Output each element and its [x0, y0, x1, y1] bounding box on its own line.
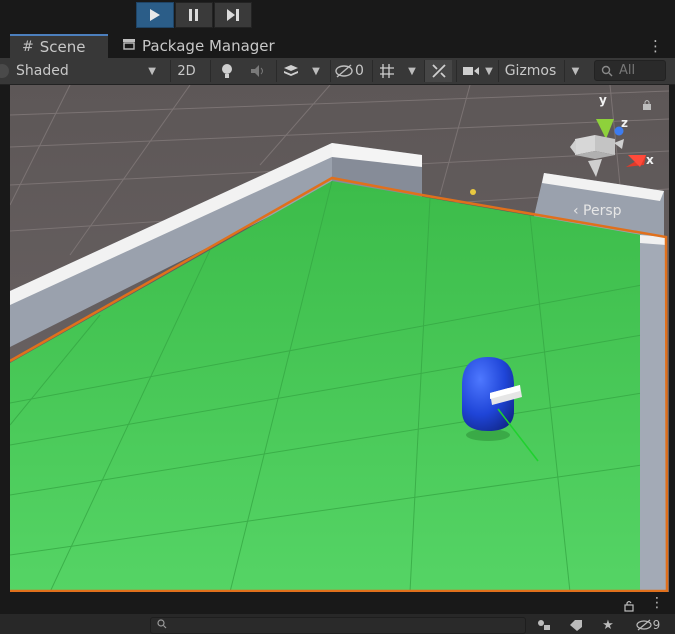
- chevron-down-icon: ▼: [148, 65, 156, 77]
- scene-viewport[interactable]: y z x ‹ Persp: [10, 85, 669, 592]
- search-placeholder: All: [619, 63, 636, 78]
- speaker-icon: [251, 65, 263, 77]
- shapes-icon: [538, 620, 550, 630]
- lightbulb-icon: [221, 64, 232, 78]
- axis-label-z: z: [621, 116, 628, 130]
- chevron-down-icon: ▼: [571, 65, 580, 77]
- scene-render: [10, 85, 669, 592]
- scene-search-input[interactable]: All: [594, 60, 666, 81]
- chevron-down-icon: ▼: [312, 65, 320, 77]
- tab-scene[interactable]: # Scene: [10, 34, 108, 58]
- grid-dropdown[interactable]: ▼: [402, 60, 422, 82]
- projection-toggle[interactable]: ‹ Persp: [573, 203, 622, 219]
- lighting-toggle[interactable]: [210, 60, 242, 82]
- bottom-panel-header: ⋮: [0, 594, 675, 614]
- hidden-packages-count: 9: [652, 618, 661, 632]
- pause-button[interactable]: [175, 2, 213, 28]
- light-gizmo-icon: [470, 189, 476, 195]
- hidden-count: 0: [355, 63, 364, 79]
- tab-label: Scene: [39, 38, 86, 56]
- grid-icon: #: [22, 39, 34, 55]
- project-toolbar: ★ 9: [0, 614, 675, 634]
- more-options-icon[interactable]: ⋮: [650, 595, 664, 611]
- scene-toolbar: Shaded ▼ 2D ▼ 0 ▼ ▼ Gizmos ▼ All: [0, 58, 675, 85]
- camera-toggle[interactable]: [456, 60, 484, 82]
- tools-icon: [431, 64, 446, 78]
- layers-icon: [283, 65, 298, 76]
- search-icon: [601, 65, 613, 76]
- play-button[interactable]: [136, 2, 174, 28]
- tag-icon: [570, 620, 582, 631]
- hidden-eye-icon: [335, 64, 353, 78]
- toolbar-edge: [0, 60, 10, 82]
- favorites-button[interactable]: ★: [594, 616, 622, 634]
- tab-package-manager[interactable]: Package Manager: [118, 34, 288, 58]
- effects-toggle[interactable]: [276, 60, 304, 82]
- chevron-down-icon: ▼: [408, 65, 416, 77]
- axis-label-x: x: [646, 153, 654, 167]
- star-icon: ★: [602, 617, 614, 633]
- 2d-label: 2D: [177, 63, 196, 79]
- play-toolbar: [0, 0, 675, 32]
- 2d-toggle-button[interactable]: 2D: [170, 60, 202, 82]
- draw-mode-label: Shaded: [16, 63, 69, 79]
- scene-visibility-toggle[interactable]: 0: [330, 60, 368, 82]
- gizmos-dropdown[interactable]: ▼: [564, 60, 586, 82]
- camera-icon: [462, 67, 479, 75]
- audio-toggle[interactable]: [244, 60, 272, 82]
- hidden-eye-icon: [636, 619, 652, 631]
- editor-tab-bar: # Scene Package Manager ⋮: [10, 34, 675, 58]
- axis-label-y: y: [599, 93, 607, 107]
- grid-toggle[interactable]: [372, 60, 400, 82]
- step-icon: [227, 9, 239, 21]
- gizmos-label: Gizmos: [504, 63, 557, 79]
- camera-dropdown[interactable]: ▼: [482, 60, 496, 82]
- filter-by-label-button[interactable]: [562, 616, 590, 634]
- tools-toggle[interactable]: [424, 60, 452, 82]
- more-options-icon[interactable]: ⋮: [648, 37, 663, 55]
- play-icon: [150, 9, 160, 21]
- effects-dropdown[interactable]: ▼: [306, 60, 326, 82]
- gizmos-button[interactable]: Gizmos: [498, 60, 562, 82]
- search-icon: [157, 619, 167, 629]
- hidden-packages-toggle[interactable]: 9: [628, 616, 668, 634]
- tab-label: Package Manager: [142, 37, 275, 55]
- right-wall: [640, 235, 666, 592]
- step-button[interactable]: [214, 2, 252, 28]
- chevron-down-icon: ▼: [485, 65, 493, 77]
- grid-snap-icon: [379, 64, 394, 78]
- package-icon: [122, 38, 136, 54]
- project-search-input[interactable]: [150, 617, 526, 634]
- filter-by-type-button[interactable]: [530, 616, 558, 634]
- draw-mode-dropdown[interactable]: Shaded ▼: [10, 60, 162, 82]
- pause-icon: [189, 9, 198, 21]
